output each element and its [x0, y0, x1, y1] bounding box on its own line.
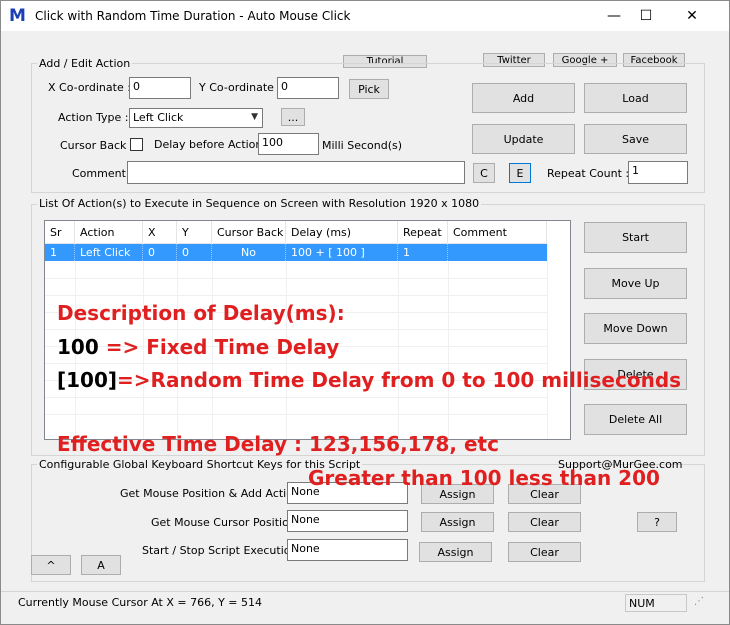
start-button[interactable]: Start	[584, 222, 687, 253]
pick-button[interactable]: Pick	[349, 79, 389, 99]
move-up-button[interactable]: Move Up	[584, 268, 687, 299]
action-type-select[interactable]: Left Click ▼	[129, 108, 263, 128]
col-gridline	[398, 243, 399, 439]
cell-action: Left Click	[75, 244, 143, 261]
action-list[interactable]: Sr Action X Y Cursor Back Delay (ms) Rep…	[44, 220, 571, 440]
cell-comment	[448, 244, 547, 261]
close-button[interactable]: ✕	[669, 1, 715, 31]
overlay-range-note: Greater than 100 less than 200	[308, 466, 660, 490]
assign-button[interactable]: Assign	[421, 512, 494, 532]
clear-button[interactable]: Clear	[508, 542, 581, 562]
row-gridline	[45, 329, 547, 330]
row-gridline	[45, 363, 547, 364]
column-header-cursor-back[interactable]: Cursor Back	[212, 221, 286, 243]
get-cursor-position-label: Get Mouse Cursor Position :	[151, 516, 303, 529]
main-window: M Click with Random Time Duration - Auto…	[0, 0, 730, 625]
delete-all-button[interactable]: Delete All	[584, 404, 687, 435]
x-coordinate-label: X Co-ordinate :	[48, 81, 131, 94]
column-header-action[interactable]: Action	[75, 221, 143, 243]
action-type-label: Action Type :	[58, 111, 129, 124]
list-header: Sr Action X Y Cursor Back Delay (ms) Rep…	[45, 221, 570, 243]
delay-unit-label: Milli Second(s)	[322, 139, 403, 152]
row-gridline	[45, 295, 547, 296]
col-gridline	[547, 243, 548, 439]
cell-repeat: 1	[398, 244, 448, 261]
status-bar: Currently Mouse Cursor At X = 766, Y = 5…	[1, 591, 729, 613]
move-down-button[interactable]: Move Down	[584, 313, 687, 344]
cell-cursor-back: No	[212, 244, 286, 261]
cursor-position-status: Currently Mouse Cursor At X = 766, Y = 5…	[18, 596, 263, 609]
a-button[interactable]: A	[81, 555, 121, 575]
get-mouse-position-label: Get Mouse Position & Add Action :	[120, 487, 308, 500]
row-gridline	[45, 397, 547, 398]
cursor-back-checkbox[interactable]	[130, 138, 143, 151]
action-list-group-label: List Of Action(s) to Execute in Sequence…	[37, 197, 482, 210]
clear-button[interactable]: Clear	[508, 512, 581, 532]
row-gridline	[45, 414, 547, 415]
delay-input[interactable]: 100	[258, 133, 319, 155]
resize-grip-icon[interactable]: ⋰	[691, 594, 721, 612]
comment-input[interactable]	[127, 161, 465, 184]
add-edit-group-label: Add / Edit Action	[37, 57, 133, 70]
overlay-effective-delay: Effective Time Delay : 123,156,178, etc	[57, 432, 499, 456]
app-logo-icon: M	[9, 6, 26, 26]
overlay-random-text: =>Random Time Delay from 0 to 100 millis…	[117, 368, 682, 392]
y-coordinate-label: Y Co-ordinate :	[199, 81, 282, 94]
action-options-button[interactable]: ...	[281, 108, 305, 126]
action-type-value: Left Click	[133, 111, 184, 124]
cursor-back-label: Cursor Back :	[60, 139, 134, 152]
repeat-count-input[interactable]: 1	[628, 161, 688, 184]
overlay-random-delay: [100]=>Random Time Delay from 0 to 100 m…	[57, 368, 681, 392]
c-button[interactable]: C	[473, 163, 495, 183]
num-lock-indicator: NUM	[625, 594, 687, 612]
overlay-fixed-delay: 100 => Fixed Time Delay	[57, 335, 339, 359]
cell-y: 0	[177, 244, 212, 261]
column-header-comment[interactable]: Comment	[448, 221, 547, 243]
cell-delay: 100 + [ 100 ]	[286, 244, 398, 261]
maximize-button[interactable]: ☐	[623, 1, 669, 31]
title-bar[interactable]: M Click with Random Time Duration - Auto…	[1, 1, 729, 31]
overlay-fixed-value: 100	[57, 335, 99, 359]
cell-sr: 1	[45, 244, 75, 261]
comment-label: Comment :	[72, 167, 134, 180]
y-coordinate-input[interactable]: 0	[277, 77, 339, 99]
column-header-sr[interactable]: Sr	[45, 221, 75, 243]
overlay-fixed-text: => Fixed Time Delay	[98, 335, 340, 359]
delay-before-action-label: Delay before Action :	[154, 138, 270, 151]
load-button[interactable]: Load	[584, 83, 687, 113]
collapse-button[interactable]: ^	[31, 555, 71, 575]
overlay-random-value: [100]	[57, 368, 118, 392]
chevron-down-icon: ▼	[251, 112, 258, 122]
add-button[interactable]: Add	[472, 83, 575, 113]
e-button[interactable]: E	[509, 163, 531, 183]
start-stop-shortcut[interactable]: None	[287, 539, 408, 561]
save-button[interactable]: Save	[584, 124, 687, 154]
column-header-x[interactable]: X	[143, 221, 177, 243]
column-header-y[interactable]: Y	[177, 221, 212, 243]
column-header-delay[interactable]: Delay (ms)	[286, 221, 398, 243]
window-title: Click with Random Time Duration - Auto M…	[35, 9, 351, 23]
help-button[interactable]: ?	[637, 512, 677, 532]
x-coordinate-input[interactable]: 0	[129, 77, 191, 99]
table-row[interactable]: 1 Left Click 0 0 No 100 + [ 100 ] 1	[45, 244, 547, 261]
repeat-count-label: Repeat Count :	[547, 167, 630, 180]
start-stop-label: Start / Stop Script Execution :	[142, 544, 305, 557]
overlay-heading: Description of Delay(ms):	[57, 301, 345, 325]
row-gridline	[45, 278, 547, 279]
column-header-repeat[interactable]: Repeat	[398, 221, 448, 243]
cell-x: 0	[143, 244, 177, 261]
assign-button[interactable]: Assign	[419, 542, 492, 562]
col-gridline	[448, 243, 449, 439]
update-button[interactable]: Update	[472, 124, 575, 154]
get-cursor-position-shortcut[interactable]: None	[287, 510, 408, 532]
